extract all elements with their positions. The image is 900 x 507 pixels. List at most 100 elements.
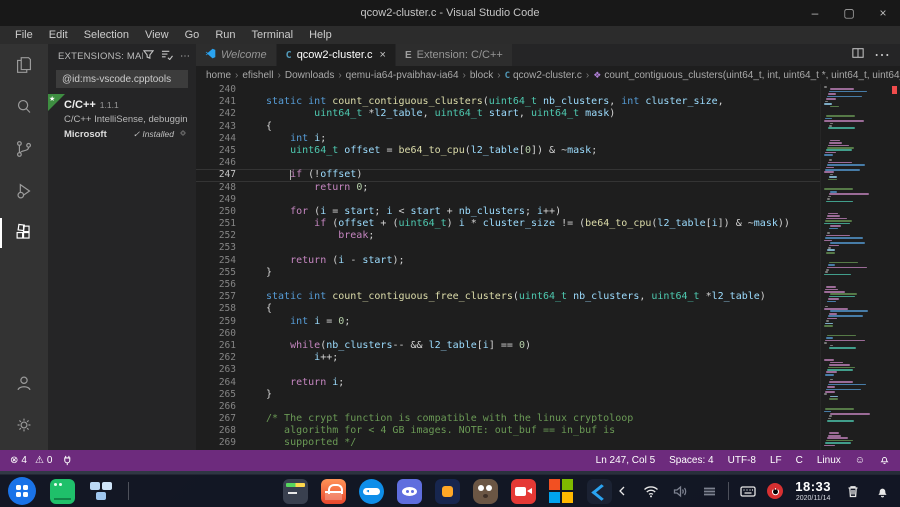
code-line[interactable]: 265}: [196, 389, 820, 401]
wifi-icon[interactable]: [641, 480, 661, 502]
code-line[interactable]: 251 if (offset + (uint64_t) i * cluster_…: [196, 218, 820, 230]
launcher-icon[interactable]: [8, 477, 36, 505]
breadcrumb-item[interactable]: ❖count_contiguous_clusters(uint64_t, int…: [593, 70, 900, 81]
clear-search-results-icon[interactable]: [161, 49, 173, 63]
trash-icon[interactable]: [843, 480, 863, 502]
tab-welcome[interactable]: Welcome: [196, 44, 277, 66]
menu-item-terminal[interactable]: Terminal: [245, 28, 301, 42]
onscreen-keyboard-icon[interactable]: [738, 480, 758, 502]
file-manager-icon[interactable]: [283, 479, 308, 504]
app-store-icon[interactable]: [321, 479, 346, 504]
eol-indicator[interactable]: LF: [770, 455, 782, 466]
indentation-indicator[interactable]: Spaces: 4: [669, 455, 713, 466]
code-line[interactable]: 264 return i;: [196, 377, 820, 389]
code-line[interactable]: 242 uint64_t *l2_table, uint64_t start, …: [196, 108, 820, 120]
breadcrumb-item[interactable]: Cqcow2-cluster.c: [505, 70, 582, 81]
extension-search-input[interactable]: [62, 74, 182, 85]
screen-recorder-icon[interactable]: [511, 479, 536, 504]
code-line[interactable]: 257static int count_contiguous_free_clus…: [196, 291, 820, 303]
problems-indicator[interactable]: ⊗ 4 ⚠ 0: [10, 455, 52, 466]
account-icon[interactable]: [0, 362, 48, 404]
extensions-icon[interactable]: [0, 212, 48, 254]
overview-ruler[interactable]: [886, 84, 900, 450]
code-line[interactable]: 240: [196, 84, 820, 96]
code-line[interactable]: 268 algorithm for < 4 GB images. NOTE: o…: [196, 425, 820, 437]
encoding-indicator[interactable]: UTF-8: [728, 455, 756, 466]
discord-icon[interactable]: [397, 479, 422, 504]
os-indicator[interactable]: Linux: [817, 455, 841, 466]
code-line[interactable]: 263: [196, 364, 820, 376]
code-line[interactable]: 254 return (i - start);: [196, 255, 820, 267]
code-line[interactable]: 258{: [196, 303, 820, 315]
extension-search-box[interactable]: [56, 70, 188, 88]
teamviewer-icon[interactable]: [359, 479, 384, 504]
explorer-icon[interactable]: [0, 44, 48, 86]
vscode-icon[interactable]: [587, 479, 612, 504]
tab-close-icon[interactable]: ×: [380, 49, 386, 61]
breadcrumb-item[interactable]: home: [206, 70, 231, 81]
source-control-icon[interactable]: [0, 128, 48, 170]
breadcrumb-item[interactable]: block: [470, 70, 493, 81]
code-line[interactable]: 260: [196, 328, 820, 340]
code-line[interactable]: 243{: [196, 121, 820, 133]
notifications-icon[interactable]: [872, 480, 892, 502]
extension-manage-gear-icon[interactable]: [178, 128, 188, 141]
minimap[interactable]: [820, 84, 900, 450]
menu-item-edit[interactable]: Edit: [42, 28, 75, 42]
menu-item-run[interactable]: Run: [208, 28, 242, 42]
microsoft-icon[interactable]: [549, 479, 574, 504]
gimp-icon[interactable]: [473, 479, 498, 504]
menu-item-file[interactable]: File: [8, 28, 40, 42]
code-line[interactable]: 247 if (!offset): [196, 169, 820, 181]
language-indicator[interactable]: C: [796, 455, 803, 466]
code-area[interactable]: 240241static int count_contiguous_cluste…: [196, 84, 900, 450]
code-line[interactable]: 250 for (i = start; i < start + nb_clust…: [196, 206, 820, 218]
ports-plug-icon[interactable]: [62, 455, 73, 466]
more-actions-icon[interactable]: ⋯: [180, 51, 190, 62]
extension-list-item[interactable]: ★ C/C++ 1.1.1 C/C++ IntelliSense, debugg…: [48, 94, 196, 147]
breadcrumb-item[interactable]: Downloads: [285, 70, 334, 81]
close-icon[interactable]: ×: [866, 0, 900, 26]
code-editor[interactable]: 240241static int count_contiguous_cluste…: [196, 84, 820, 450]
code-line[interactable]: 266: [196, 401, 820, 413]
code-line[interactable]: 256: [196, 279, 820, 291]
tab-extension-cpp[interactable]: E Extension: C/C++: [396, 44, 513, 66]
feedback-smiley-icon[interactable]: ☺: [855, 455, 865, 466]
run-debug-icon[interactable]: [0, 170, 48, 212]
code-line[interactable]: 267/* The crypt function is compatible w…: [196, 413, 820, 425]
breadcrumb-item[interactable]: qemu-ia64-pvaibhav-ia64: [346, 70, 459, 81]
tray-collapse-icon[interactable]: [612, 480, 632, 502]
code-line[interactable]: 255}: [196, 267, 820, 279]
volume-icon[interactable]: [670, 480, 690, 502]
code-line[interactable]: 246: [196, 157, 820, 169]
notifications-bell-icon[interactable]: [879, 453, 890, 468]
settings-gear-icon[interactable]: [0, 404, 48, 446]
workspaces-icon[interactable]: [89, 479, 114, 504]
cursor-position[interactable]: Ln 247, Col 5: [596, 455, 656, 466]
draw-icon[interactable]: [435, 479, 460, 504]
code-line[interactable]: 269 supported */: [196, 437, 820, 449]
minimize-icon[interactable]: –: [798, 0, 832, 26]
code-line[interactable]: 245 uint64_t offset = be64_to_cpu(l2_tab…: [196, 145, 820, 157]
terminal-icon[interactable]: [50, 479, 75, 504]
search-icon[interactable]: [0, 86, 48, 128]
menu-item-selection[interactable]: Selection: [77, 28, 136, 42]
code-line[interactable]: 244 int i;: [196, 133, 820, 145]
editor-more-actions-icon[interactable]: ⋯: [874, 45, 890, 65]
maximize-icon[interactable]: ▢: [832, 0, 866, 26]
clock[interactable]: 18:33 2020/11/14: [795, 480, 831, 502]
menu-item-help[interactable]: Help: [302, 28, 339, 42]
breadcrumb-item[interactable]: efishell: [242, 70, 273, 81]
split-editor-icon[interactable]: [852, 46, 864, 64]
code-line[interactable]: 252 break;: [196, 230, 820, 242]
code-line[interactable]: 248 return 0;: [196, 182, 820, 194]
code-line[interactable]: 253: [196, 242, 820, 254]
code-line[interactable]: 262 i++;: [196, 352, 820, 364]
code-line[interactable]: 261 while(nb_clusters-- && l2_table[i] =…: [196, 340, 820, 352]
tab-qcow2-cluster[interactable]: C qcow2-cluster.c ×: [277, 44, 396, 66]
menu-item-view[interactable]: View: [138, 28, 176, 42]
code-line[interactable]: 249: [196, 194, 820, 206]
filter-icon[interactable]: [143, 49, 154, 63]
input-method-icon[interactable]: [699, 480, 719, 502]
power-indicator-icon[interactable]: [767, 483, 783, 499]
